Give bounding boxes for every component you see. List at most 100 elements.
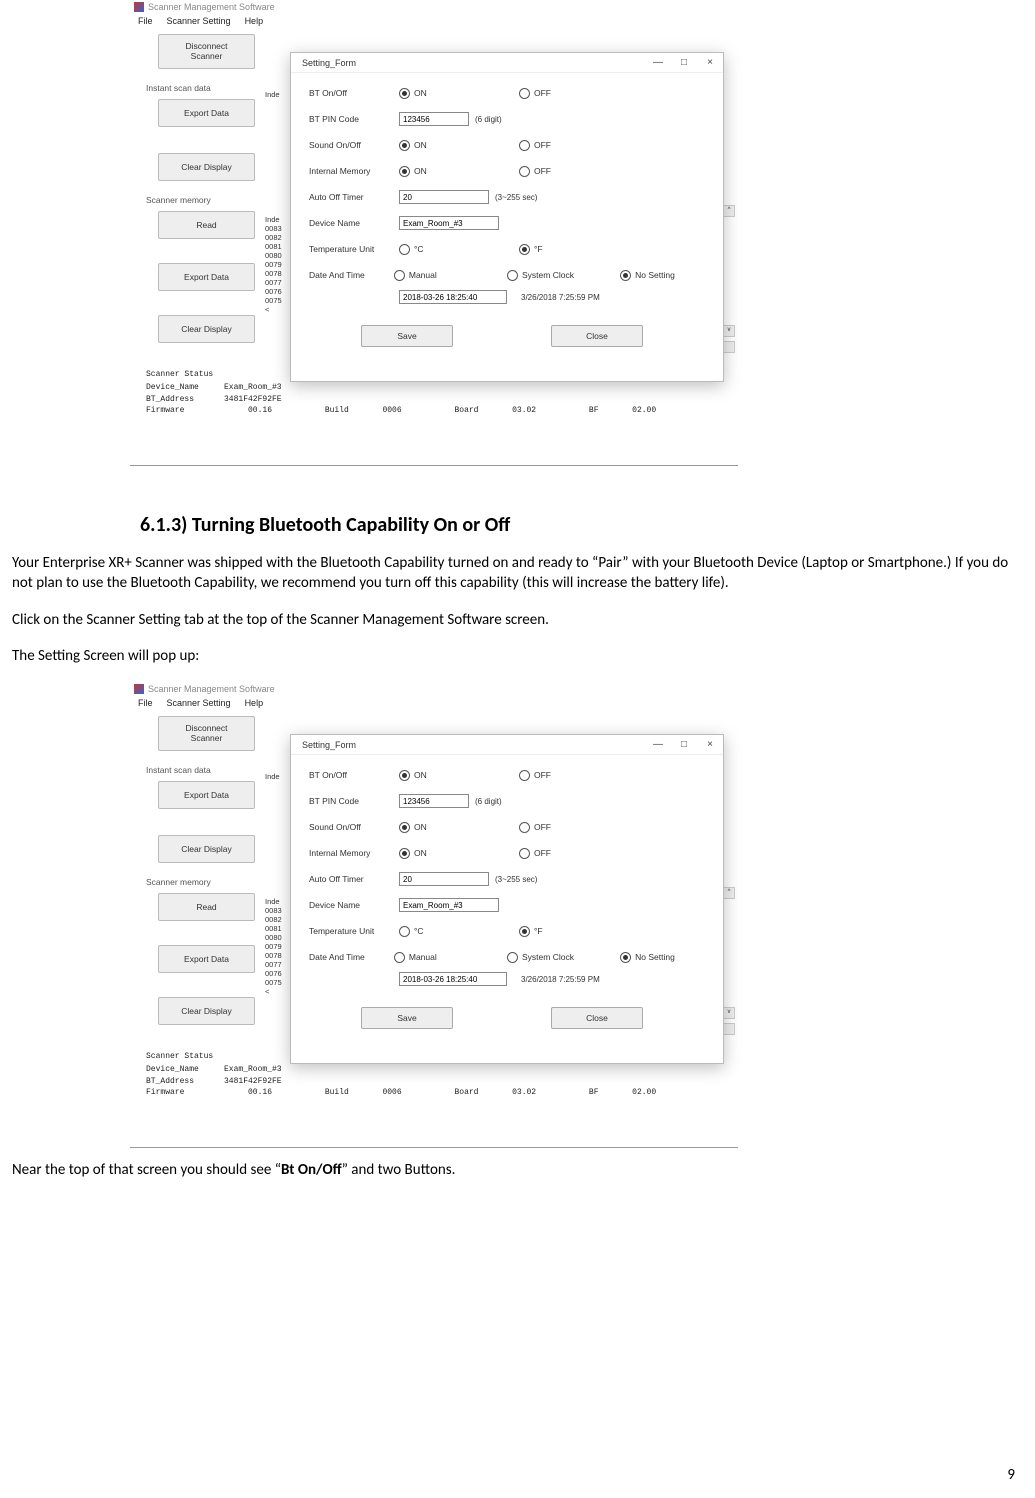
manual-datetime-input[interactable] <box>399 972 507 986</box>
close-icon[interactable]: × <box>703 739 717 750</box>
menu-scanner-setting[interactable]: Scanner Setting <box>167 698 231 708</box>
scroll-right-icon[interactable] <box>723 1023 735 1035</box>
memory-on-radio[interactable] <box>399 166 410 177</box>
paragraph-2: Click on the Scanner Setting tab at the … <box>12 610 1023 630</box>
devname-label: Device Name <box>309 900 399 910</box>
minimize-icon[interactable]: — <box>651 739 665 750</box>
timer-hint: (3~255 sec) <box>495 875 537 884</box>
export-data-button[interactable]: Export Data <box>158 99 255 127</box>
timer-input[interactable] <box>399 190 489 204</box>
bt-pin-label: BT PIN Code <box>309 796 399 806</box>
sound-off-radio[interactable] <box>519 822 530 833</box>
bt-off-radio[interactable] <box>519 770 530 781</box>
bt-pin-hint: (6 digit) <box>475 115 502 124</box>
bt-onoff-label: BT On/Off <box>309 88 399 98</box>
dt-manual-radio[interactable] <box>394 270 405 281</box>
bt-off-radio[interactable] <box>519 88 530 99</box>
system-datetime-text: 3/26/2018 7:25:59 PM <box>521 975 600 984</box>
menu-file[interactable]: File <box>138 16 153 26</box>
close-button[interactable]: Close <box>551 1007 643 1029</box>
system-datetime-text: 3/26/2018 7:25:59 PM <box>521 293 600 302</box>
dt-nosetting-radio[interactable] <box>620 270 631 281</box>
scroll-up-icon[interactable]: ^ <box>723 887 735 899</box>
export-data-button[interactable]: Export Data <box>158 781 255 809</box>
timer-label: Auto Off Timer <box>309 192 399 202</box>
scroll-down-icon[interactable]: v <box>723 1007 735 1019</box>
bt-on-radio[interactable] <box>399 770 410 781</box>
group-instant-scan: Instant scan data <box>146 83 258 93</box>
dt-sysclock-radio[interactable] <box>507 270 518 281</box>
sound-label: Sound On/Off <box>309 822 399 832</box>
dialog-title: Setting_Form <box>302 58 356 68</box>
dt-sysclock-radio[interactable] <box>507 952 518 963</box>
group-scanner-memory: Scanner memory <box>146 195 258 205</box>
memory-off-radio[interactable] <box>519 166 530 177</box>
export-data-button-2[interactable]: Export Data <box>158 945 255 973</box>
temp-f-radio[interactable] <box>519 926 530 937</box>
clear-display-button-2[interactable]: Clear Display <box>158 315 255 343</box>
temp-c-radio[interactable] <box>399 244 410 255</box>
disconnect-scanner-button[interactable]: Disconnect Scanner <box>158 716 255 751</box>
bt-pin-input[interactable] <box>399 794 469 808</box>
menu-scanner-setting[interactable]: Scanner Setting <box>167 16 231 26</box>
devname-label: Device Name <box>309 218 399 228</box>
group-scanner-memory: Scanner memory <box>146 877 258 887</box>
memory-label: Internal Memory <box>309 848 399 858</box>
read-button[interactable]: Read <box>158 211 255 239</box>
bt-pin-hint: (6 digit) <box>475 797 502 806</box>
clear-display-button-2[interactable]: Clear Display <box>158 997 255 1025</box>
scroll-down-icon[interactable]: v <box>723 325 735 337</box>
timer-hint: (3~255 sec) <box>495 193 537 202</box>
app-icon <box>134 2 144 12</box>
sound-on-radio[interactable] <box>399 822 410 833</box>
sound-on-radio[interactable] <box>399 140 410 151</box>
setting-form-dialog: Setting_Form — □ × BT On/Off ON OFF BT P… <box>290 734 724 1064</box>
window-title: Scanner Management Software <box>148 684 275 694</box>
setting-form-dialog: Setting_Form — □ × BT On/Off ON OFF BT P… <box>290 52 724 382</box>
paragraph-1: Your Enterprise XR+ Scanner was shipped … <box>12 553 1023 594</box>
maximize-icon[interactable]: □ <box>677 57 691 68</box>
section-heading: 6.1.3) Turning Bluetooth Capability On o… <box>140 512 1023 539</box>
menu-help[interactable]: Help <box>245 16 264 26</box>
close-icon[interactable]: × <box>703 57 717 68</box>
read-button[interactable]: Read <box>158 893 255 921</box>
devname-input[interactable] <box>399 216 499 230</box>
bt-pin-input[interactable] <box>399 112 469 126</box>
temp-c-radio[interactable] <box>399 926 410 937</box>
datetime-label: Date And Time <box>309 270 394 280</box>
save-button[interactable]: Save <box>361 1007 453 1029</box>
devname-input[interactable] <box>399 898 499 912</box>
bt-onoff-label: BT On/Off <box>309 770 399 780</box>
minimize-icon[interactable]: — <box>651 57 665 68</box>
paragraph-3: The Setting Screen will pop up: <box>12 646 1023 666</box>
dialog-title: Setting_Form <box>302 740 356 750</box>
temp-f-radio[interactable] <box>519 244 530 255</box>
save-button[interactable]: Save <box>361 325 453 347</box>
scroll-right-icon[interactable] <box>723 341 735 353</box>
timer-input[interactable] <box>399 872 489 886</box>
scroll-up-icon[interactable]: ^ <box>723 205 735 217</box>
menu-file[interactable]: File <box>138 698 153 708</box>
window-title: Scanner Management Software <box>148 2 275 12</box>
paragraph-4: Near the top of that screen you should s… <box>12 1160 1023 1180</box>
memory-on-radio[interactable] <box>399 848 410 859</box>
dt-nosetting-radio[interactable] <box>620 952 631 963</box>
memory-off-radio[interactable] <box>519 848 530 859</box>
bt-on-radio[interactable] <box>399 88 410 99</box>
maximize-icon[interactable]: □ <box>677 739 691 750</box>
sound-off-radio[interactable] <box>519 140 530 151</box>
close-button[interactable]: Close <box>551 325 643 347</box>
manual-datetime-input[interactable] <box>399 290 507 304</box>
clear-display-button[interactable]: Clear Display <box>158 835 255 863</box>
group-instant-scan: Instant scan data <box>146 765 258 775</box>
memory-label: Internal Memory <box>309 166 399 176</box>
bt-pin-label: BT PIN Code <box>309 114 399 124</box>
disconnect-scanner-button[interactable]: Disconnect Scanner <box>158 34 255 69</box>
tempunit-label: Temperature Unit <box>309 244 399 254</box>
bt-onoff-bold: Bt On/Off <box>281 1161 342 1179</box>
menu-help[interactable]: Help <box>245 698 264 708</box>
clear-display-button[interactable]: Clear Display <box>158 153 255 181</box>
export-data-button-2[interactable]: Export Data <box>158 263 255 291</box>
page-number: 9 <box>1007 1466 1015 1484</box>
dt-manual-radio[interactable] <box>394 952 405 963</box>
